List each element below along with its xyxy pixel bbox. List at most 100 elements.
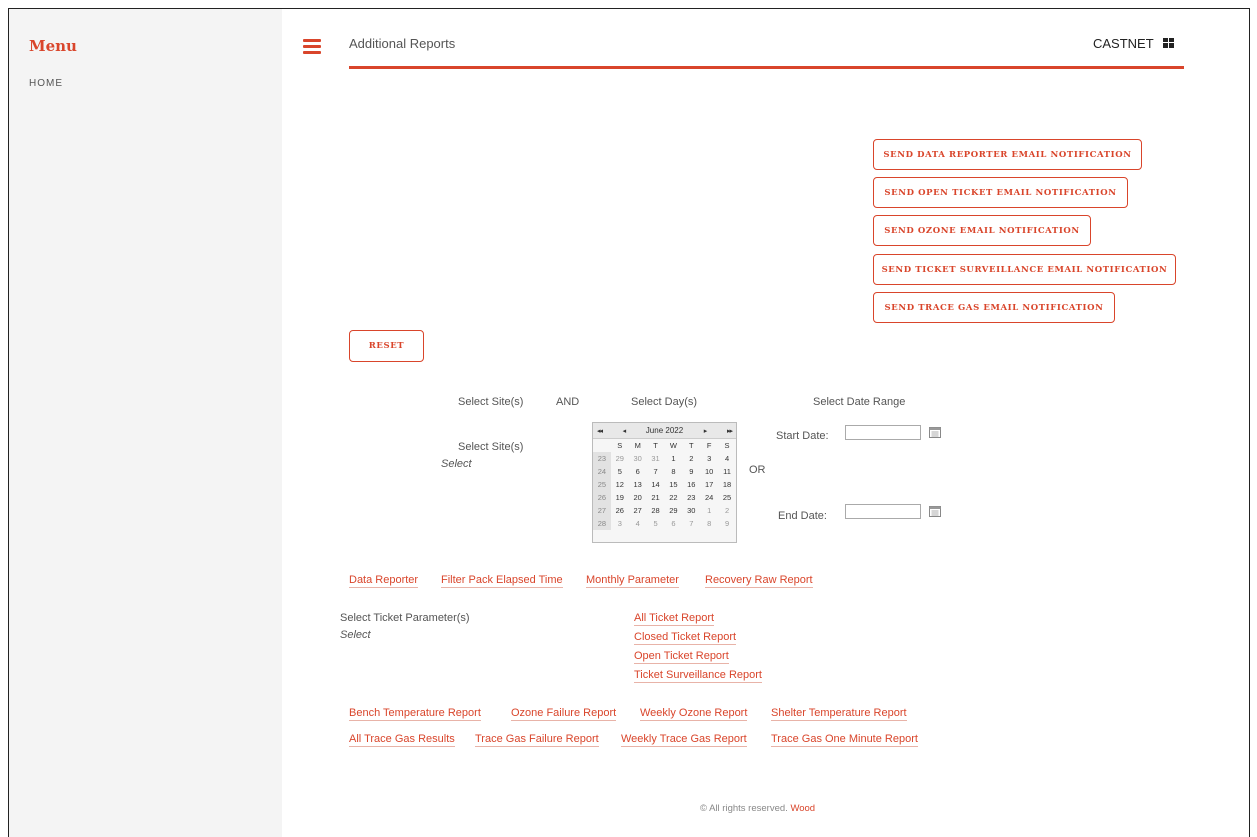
sidebar-item-home[interactable]: HOME	[29, 78, 63, 89]
calendar-month: June 2022	[645, 426, 684, 435]
calendar-day[interactable]: 11	[718, 465, 736, 478]
calendar-day[interactable]: 26	[611, 504, 629, 517]
send-trace-gas-notification-button[interactable]: SEND TRACE GAS EMAIL NOTIFICATION	[873, 292, 1115, 323]
calendar-day[interactable]: 24	[700, 491, 718, 504]
header-divider	[349, 66, 1184, 69]
ticket-parameter-select[interactable]: Select	[340, 629, 371, 641]
day-calendar: ◂◂ ◂ June 2022 ▸ ▸▸ SMT WTFS 23 29 30 31…	[592, 422, 737, 543]
calendar-day[interactable]: 25	[718, 491, 736, 504]
site-select-dropdown[interactable]: Select	[441, 458, 472, 470]
calendar-day[interactable]: 15	[665, 478, 683, 491]
open-ticket-report-link[interactable]: Open Ticket Report	[634, 649, 729, 664]
calendar-day[interactable]: 10	[700, 465, 718, 478]
calendar-day[interactable]: 30	[682, 504, 700, 517]
filter-pack-elapsed-time-link[interactable]: Filter Pack Elapsed Time	[441, 573, 563, 588]
end-date-input[interactable]	[845, 504, 921, 519]
ticket-surveillance-report-link[interactable]: Ticket Surveillance Report	[634, 668, 762, 683]
start-date-input[interactable]	[845, 425, 921, 440]
select-days-heading: Select Day(s)	[631, 396, 698, 408]
calendar-day[interactable]: 20	[629, 491, 647, 504]
calendar-day[interactable]: 12	[611, 478, 629, 491]
closed-ticket-report-link[interactable]: Closed Ticket Report	[634, 630, 737, 645]
calendar-day[interactable]: 5	[647, 517, 665, 530]
monthly-parameter-link[interactable]: Monthly Parameter	[586, 573, 679, 588]
calendar-week-row: 26 19 20 21 22 23 24 25	[593, 491, 736, 504]
ozone-failure-report-link[interactable]: Ozone Failure Report	[511, 706, 617, 721]
calendar-day[interactable]: 1	[665, 452, 683, 465]
select-ticket-parameter-label: Select Ticket Parameter(s)	[340, 612, 470, 624]
calendar-week-row: 27 26 27 28 29 30 1 2	[593, 504, 736, 517]
calendar-day[interactable]: 31	[647, 452, 665, 465]
end-date-calendar-icon[interactable]	[929, 506, 941, 517]
calendar-week-row: 24 5 6 7 8 9 10 11	[593, 465, 736, 478]
recovery-raw-report-link[interactable]: Recovery Raw Report	[705, 573, 813, 588]
page-title: Additional Reports	[349, 36, 456, 51]
calendar-week-row: 23 29 30 31 1 2 3 4	[593, 452, 736, 465]
calendar-day[interactable]: 18	[718, 478, 736, 491]
weekly-trace-gas-report-link[interactable]: Weekly Trace Gas Report	[621, 732, 747, 747]
calendar-day[interactable]: 22	[665, 491, 683, 504]
send-ticket-surveillance-notification-button[interactable]: SEND TICKET SURVEILLANCE EMAIL NOTIFICAT…	[873, 254, 1176, 285]
all-trace-gas-results-link[interactable]: All Trace Gas Results	[349, 732, 455, 747]
calendar-day[interactable]: 28	[647, 504, 665, 517]
calendar-day[interactable]: 9	[718, 517, 736, 530]
calendar-day[interactable]: 16	[682, 478, 700, 491]
grid-icon[interactable]	[1163, 38, 1174, 48]
bench-temperature-report-link[interactable]: Bench Temperature Report	[349, 706, 481, 721]
calendar-day[interactable]: 17	[700, 478, 718, 491]
calendar-day[interactable]: 6	[629, 465, 647, 478]
calendar-day[interactable]: 7	[647, 465, 665, 478]
calendar-day[interactable]: 2	[718, 504, 736, 517]
send-data-reporter-notification-button[interactable]: SEND DATA REPORTER EMAIL NOTIFICATION	[873, 139, 1142, 170]
calendar-day[interactable]: 27	[629, 504, 647, 517]
next-year-icon[interactable]: ▸▸	[727, 427, 733, 435]
send-ozone-notification-button[interactable]: SEND OZONE EMAIL NOTIFICATION	[873, 215, 1091, 246]
footer: © All rights reserved. Wood	[700, 803, 815, 814]
start-date-label: Start Date:	[776, 430, 829, 442]
send-open-ticket-notification-button[interactable]: SEND OPEN TICKET EMAIL NOTIFICATION	[873, 177, 1128, 208]
prev-year-icon[interactable]: ◂◂	[597, 427, 603, 435]
calendar-weekday-row: SMT WTFS	[617, 441, 730, 450]
and-label: AND	[556, 396, 580, 408]
prev-month-icon[interactable]: ◂	[623, 427, 626, 435]
select-sites-heading: Select Site(s)	[458, 396, 524, 408]
calendar-day[interactable]: 3	[611, 517, 629, 530]
calendar-day[interactable]: 21	[647, 491, 665, 504]
sidebar-title: Menu	[29, 37, 77, 55]
calendar-week-row: 28 3 4 5 6 7 8 9	[593, 517, 736, 530]
trace-gas-one-minute-report-link[interactable]: Trace Gas One Minute Report	[771, 732, 918, 747]
calendar-week-row: 25 12 13 14 15 16 17 18	[593, 478, 736, 491]
calendar-day[interactable]: 6	[665, 517, 683, 530]
calendar-day[interactable]: 2	[682, 452, 700, 465]
all-ticket-report-link[interactable]: All Ticket Report	[634, 611, 715, 626]
reset-button[interactable]: RESET	[349, 330, 424, 362]
or-label: OR	[749, 464, 766, 476]
calendar-day[interactable]: 30	[629, 452, 647, 465]
calendar-day[interactable]: 3	[700, 452, 718, 465]
company-link[interactable]: Wood	[790, 803, 815, 814]
calendar-day[interactable]: 19	[611, 491, 629, 504]
weekly-ozone-report-link[interactable]: Weekly Ozone Report	[640, 706, 748, 721]
data-reporter-link[interactable]: Data Reporter	[349, 573, 419, 588]
calendar-day[interactable]: 5	[611, 465, 629, 478]
calendar-day[interactable]: 8	[665, 465, 683, 478]
calendar-day[interactable]: 9	[682, 465, 700, 478]
brand-name: CASTNET	[1093, 36, 1154, 51]
select-sites-label: Select Site(s)	[458, 441, 524, 453]
calendar-day[interactable]: 8	[700, 517, 718, 530]
calendar-day[interactable]: 13	[629, 478, 647, 491]
calendar-day[interactable]: 29	[611, 452, 629, 465]
calendar-day[interactable]: 29	[665, 504, 683, 517]
next-month-icon[interactable]: ▸	[704, 427, 707, 435]
calendar-day[interactable]: 14	[647, 478, 665, 491]
calendar-day[interactable]: 23	[682, 491, 700, 504]
trace-gas-failure-report-link[interactable]: Trace Gas Failure Report	[475, 732, 599, 747]
end-date-label: End Date:	[778, 510, 827, 522]
calendar-day[interactable]: 4	[629, 517, 647, 530]
calendar-day[interactable]: 7	[682, 517, 700, 530]
start-date-calendar-icon[interactable]	[929, 427, 941, 438]
calendar-day[interactable]: 1	[700, 504, 718, 517]
shelter-temperature-report-link[interactable]: Shelter Temperature Report	[771, 706, 907, 721]
calendar-day[interactable]: 4	[718, 452, 736, 465]
hamburger-menu-icon[interactable]	[303, 39, 321, 55]
